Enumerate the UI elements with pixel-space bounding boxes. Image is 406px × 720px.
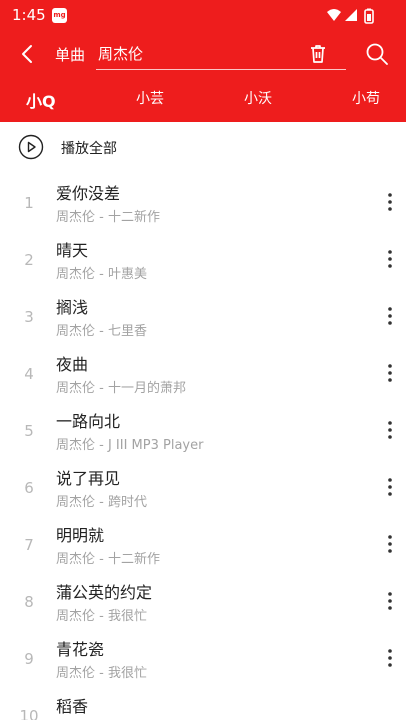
song-artist-album: 周杰伦 - 七里香 <box>56 324 147 339</box>
track-number: 3 <box>24 308 34 326</box>
system-status-icons <box>327 8 374 24</box>
tab-xiao-yun[interactable]: 小芸 <box>136 88 164 108</box>
song-artist-album: 周杰伦 - 叶惠美 <box>56 267 147 282</box>
song-title: 蒲公英的约定 <box>56 583 153 602</box>
more-options-icon[interactable] <box>380 190 400 214</box>
search-icon[interactable] <box>364 41 390 67</box>
wifi-icon <box>327 9 341 21</box>
app-notification-icon: mg <box>52 8 67 23</box>
song-artist-album: 周杰伦 - 十二新作 <box>56 210 160 225</box>
more-options-icon[interactable] <box>380 304 400 328</box>
song-artist-album: 周杰伦 - 跨时代 <box>56 495 147 510</box>
song-artist-album: 周杰伦 - 十一月的萧邦 <box>56 381 186 396</box>
song-artist-album: 周杰伦 - 我很忙 <box>56 666 147 681</box>
song-title: 青花瓷 <box>56 640 105 659</box>
category-selector[interactable]: 单曲 <box>55 44 85 65</box>
song-row[interactable]: 8 蒲公英的约定 周杰伦 - 我很忙 <box>0 573 406 630</box>
song-artist-album: 周杰伦 - 我很忙 <box>56 609 147 624</box>
source-tabs: 小Q 小芸 小沃 小苟 <box>0 76 406 122</box>
back-arrow-icon[interactable] <box>16 42 40 66</box>
search-input[interactable] <box>98 42 298 64</box>
song-title: 说了再见 <box>56 469 121 488</box>
track-number: 5 <box>24 422 34 440</box>
more-options-icon[interactable] <box>380 361 400 385</box>
battery-icon <box>364 8 374 24</box>
song-row[interactable]: 7 明明就 周杰伦 - 十二新作 <box>0 516 406 573</box>
track-number: 6 <box>24 479 34 497</box>
song-row[interactable]: 9 青花瓷 周杰伦 - 我很忙 <box>0 630 406 687</box>
song-row[interactable]: 5 一路向北 周杰伦 - J III MP3 Player <box>0 402 406 459</box>
song-title: 稻香 <box>56 697 89 716</box>
song-artist-album: 周杰伦 - 十二新作 <box>56 552 160 567</box>
track-number: 4 <box>24 365 34 383</box>
play-circle-icon <box>18 134 44 160</box>
track-number: 8 <box>24 593 34 611</box>
more-options-icon[interactable] <box>380 589 400 613</box>
track-number: 9 <box>24 650 34 668</box>
more-options-icon[interactable] <box>380 532 400 556</box>
more-options-icon[interactable] <box>380 247 400 271</box>
song-title: 夜曲 <box>56 355 89 374</box>
song-row[interactable]: 10 稻香 <box>0 687 406 720</box>
tab-xiao-wo[interactable]: 小沃 <box>244 88 272 108</box>
song-artist-album: 周杰伦 - J III MP3 Player <box>56 438 204 453</box>
song-row[interactable]: 1 爱你没差 周杰伦 - 十二新作 <box>0 174 406 231</box>
song-title: 爱你没差 <box>56 184 121 203</box>
song-row[interactable]: 2 晴天 周杰伦 - 叶惠美 <box>0 231 406 288</box>
track-number: 2 <box>24 251 34 269</box>
play-all-label: 播放全部 <box>61 141 117 157</box>
play-all-button[interactable]: 播放全部 <box>0 122 406 174</box>
song-title: 搁浅 <box>56 298 89 317</box>
song-title: 明明就 <box>56 526 105 545</box>
more-options-icon[interactable] <box>380 646 400 670</box>
tab-xiao-gou[interactable]: 小苟 <box>352 88 380 108</box>
song-row[interactable]: 3 搁浅 周杰伦 - 七里香 <box>0 288 406 345</box>
track-number: 10 <box>19 707 39 720</box>
track-number: 1 <box>24 194 34 212</box>
song-row[interactable]: 4 夜曲 周杰伦 - 十一月的萧邦 <box>0 345 406 402</box>
signal-icon <box>345 9 357 21</box>
more-options-icon[interactable] <box>380 418 400 442</box>
top-bar: 单曲 <box>0 32 406 76</box>
song-title: 一路向北 <box>56 412 121 431</box>
track-number: 7 <box>24 536 34 554</box>
tab-xiao-q[interactable]: 小Q <box>26 88 56 112</box>
song-title: 晴天 <box>56 241 89 260</box>
trash-icon[interactable] <box>306 42 330 66</box>
status-time: 1:45 <box>12 6 46 24</box>
more-options-icon[interactable] <box>380 475 400 499</box>
status-bar: 1:45 mg <box>0 0 406 32</box>
song-row[interactable]: 6 说了再见 周杰伦 - 跨时代 <box>0 459 406 516</box>
